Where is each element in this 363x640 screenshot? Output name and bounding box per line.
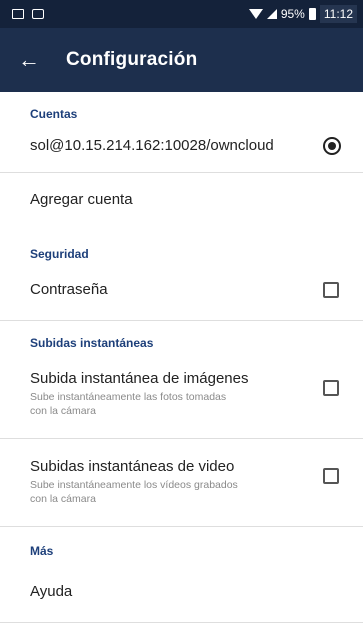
section-header-instant-uploads: Subidas instantáneas xyxy=(30,336,154,350)
help-item[interactable]: Ayuda xyxy=(0,574,363,610)
password-label: Contraseña xyxy=(30,281,108,298)
status-bar: 95% 11:12 xyxy=(0,0,363,28)
signal-icon xyxy=(266,9,277,19)
divider xyxy=(0,438,363,439)
instant-images-item[interactable]: Subida instantánea de imágenes Sube inst… xyxy=(0,370,363,430)
instant-videos-item[interactable]: Subidas instantáneas de video Sube insta… xyxy=(0,458,363,518)
instant-images-checkbox[interactable] xyxy=(323,380,339,396)
instant-videos-title: Subidas instantáneas de video xyxy=(30,458,235,475)
section-header-security: Seguridad xyxy=(30,247,89,261)
divider xyxy=(0,172,363,173)
password-checkbox[interactable] xyxy=(323,282,339,298)
wifi-icon xyxy=(248,9,263,19)
account-radio[interactable] xyxy=(323,137,341,155)
divider xyxy=(0,526,363,527)
battery-icon xyxy=(308,8,316,20)
page-title: Configuración xyxy=(66,49,198,70)
section-header-accounts: Cuentas xyxy=(30,107,78,121)
divider xyxy=(0,320,363,321)
notification-message-icon xyxy=(32,9,44,19)
clock: 11:12 xyxy=(319,5,357,23)
add-account-item[interactable]: Agregar cuenta xyxy=(0,182,363,218)
app-bar: ← Configuración xyxy=(0,28,363,92)
account-label: sol@10.15.214.162:10028/owncloud xyxy=(30,137,274,154)
account-item[interactable]: sol@10.15.214.162:10028/owncloud xyxy=(0,128,363,164)
password-item[interactable]: Contraseña xyxy=(0,272,363,308)
instant-images-title: Subida instantánea de imágenes xyxy=(30,370,249,387)
battery-percent: 95% xyxy=(280,7,305,21)
divider xyxy=(0,622,363,623)
notification-image-icon xyxy=(12,9,24,19)
add-account-label: Agregar cuenta xyxy=(30,191,133,208)
instant-images-subtitle: Sube instantáneamente las fotos tomadas … xyxy=(30,391,227,417)
instant-videos-checkbox[interactable] xyxy=(323,468,339,484)
arrow-left-icon[interactable]: ← xyxy=(18,49,46,71)
instant-videos-subtitle: Sube instantáneamente los vídeos grabado… xyxy=(30,479,238,505)
help-label: Ayuda xyxy=(30,583,73,600)
section-header-more: Más xyxy=(30,544,54,558)
